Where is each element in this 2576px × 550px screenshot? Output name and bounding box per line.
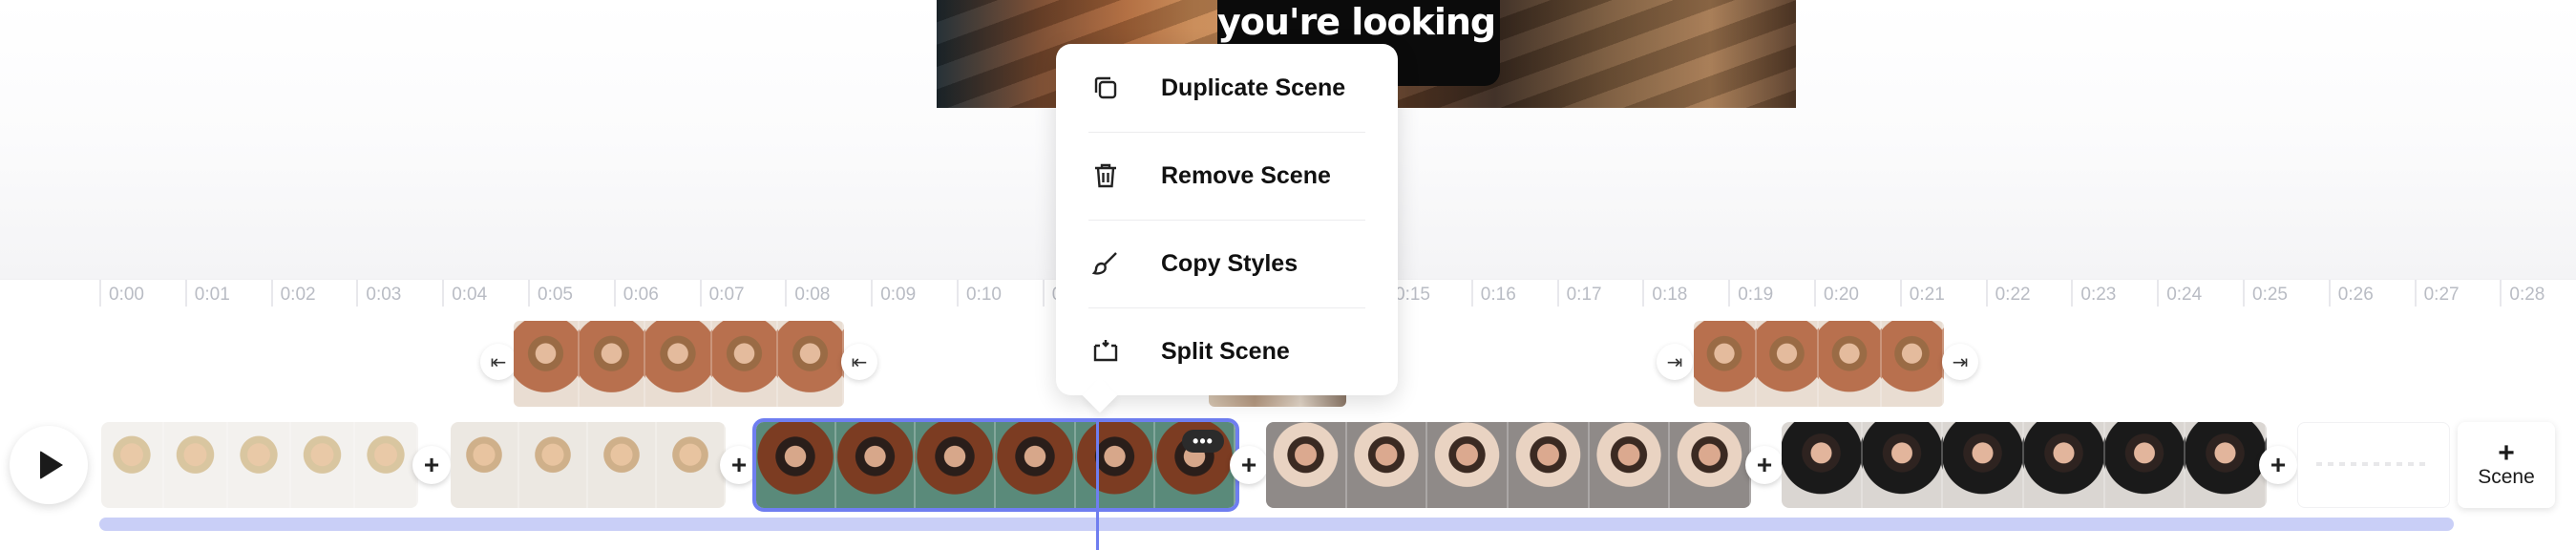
menu-item-copy-styles[interactable]: Copy Styles [1088, 220, 1365, 307]
insert-scene-button[interactable]: + [720, 446, 758, 484]
ruler-tick: 0:04 [442, 280, 487, 307]
menu-item-label: Copy Styles [1161, 249, 1299, 277]
insert-scene-button[interactable]: + [1230, 446, 1268, 484]
duplicate-icon [1088, 71, 1123, 105]
ruler-tick: 0:06 [613, 280, 659, 307]
menu-item-duplicate-scene[interactable]: Duplicate Scene [1088, 44, 1365, 132]
broll-clip-3[interactable] [1694, 321, 1944, 407]
broll-trim-left-handle[interactable]: ⇥ [1657, 344, 1693, 380]
scene-more-options-button[interactable]: ••• [1182, 430, 1224, 453]
ruler-tick: 0:19 [1728, 280, 1773, 307]
ruler-tick: 0:03 [356, 280, 401, 307]
insert-scene-button[interactable]: + [1745, 446, 1784, 484]
scene-clip-2[interactable] [451, 422, 726, 508]
ruler-tick: 0:01 [184, 280, 230, 307]
ruler-tick: 0:07 [699, 280, 745, 307]
ruler-tick: 0:09 [871, 280, 916, 307]
menu-item-label: Remove Scene [1161, 161, 1331, 189]
menu-item-label: Duplicate Scene [1161, 74, 1346, 101]
play-button[interactable] [10, 426, 88, 504]
broll-clip-2[interactable] [1209, 393, 1346, 407]
ruler-tick: 0:08 [785, 280, 830, 307]
split-icon [1088, 334, 1123, 369]
plus-icon: + [2498, 437, 2515, 469]
ruler-tick: 0:23 [2071, 280, 2116, 307]
ruler-tick: 0:05 [528, 280, 573, 307]
insert-scene-button[interactable]: + [412, 446, 451, 484]
broll-trim-right-handle[interactable]: ⇤ [841, 344, 877, 380]
broll-trim-left-handle[interactable]: ⇤ [480, 344, 517, 380]
ruler-tick: 0:24 [2157, 280, 2202, 307]
playhead[interactable] [1096, 420, 1099, 550]
ruler-tick: 0:25 [2243, 280, 2288, 307]
ruler-tick: 0:28 [2500, 280, 2544, 307]
ruler-tick: 0:22 [1985, 280, 2031, 307]
insert-scene-button[interactable]: + [2259, 446, 2297, 484]
timeline-scrollbar[interactable] [99, 518, 2454, 531]
broll-clip-1[interactable] [514, 321, 844, 407]
menu-item-remove-scene[interactable]: Remove Scene [1088, 132, 1365, 220]
play-icon [40, 451, 63, 479]
scene-clip-5[interactable] [1782, 422, 2267, 508]
ruler-tick: 0:02 [270, 280, 316, 307]
scene-clip-4[interactable] [1266, 422, 1751, 508]
ruler-tick: 0:27 [2414, 280, 2460, 307]
scene-clip-3-selected[interactable] [752, 418, 1239, 512]
add-scene-button[interactable]: + Scene [2458, 422, 2555, 508]
ruler-tick: 0:17 [1556, 280, 1602, 307]
brush-icon [1088, 246, 1123, 281]
menu-item-split-scene[interactable]: Split Scene [1088, 307, 1365, 395]
empty-scene-slot[interactable] [2297, 422, 2450, 508]
menu-item-label: Split Scene [1161, 337, 1290, 365]
ruler-tick: 0:00 [99, 280, 144, 307]
ruler-tick: 0:26 [2328, 280, 2374, 307]
ruler-tick: 0:21 [1899, 280, 1945, 307]
ruler-tick: 0:18 [1642, 280, 1687, 307]
ruler-tick: 0:20 [1814, 280, 1859, 307]
ruler-tick: 0:16 [1470, 280, 1516, 307]
ruler-tick: 0:10 [957, 280, 1002, 307]
broll-trim-right-handle[interactable]: ⇥ [1942, 344, 1978, 380]
scene-clip-1[interactable] [101, 422, 418, 508]
scene-context-menu: Duplicate Scene Remove Scene Copy Styles [1056, 44, 1398, 395]
trash-icon [1088, 159, 1123, 193]
add-scene-label: Scene [2478, 466, 2535, 488]
